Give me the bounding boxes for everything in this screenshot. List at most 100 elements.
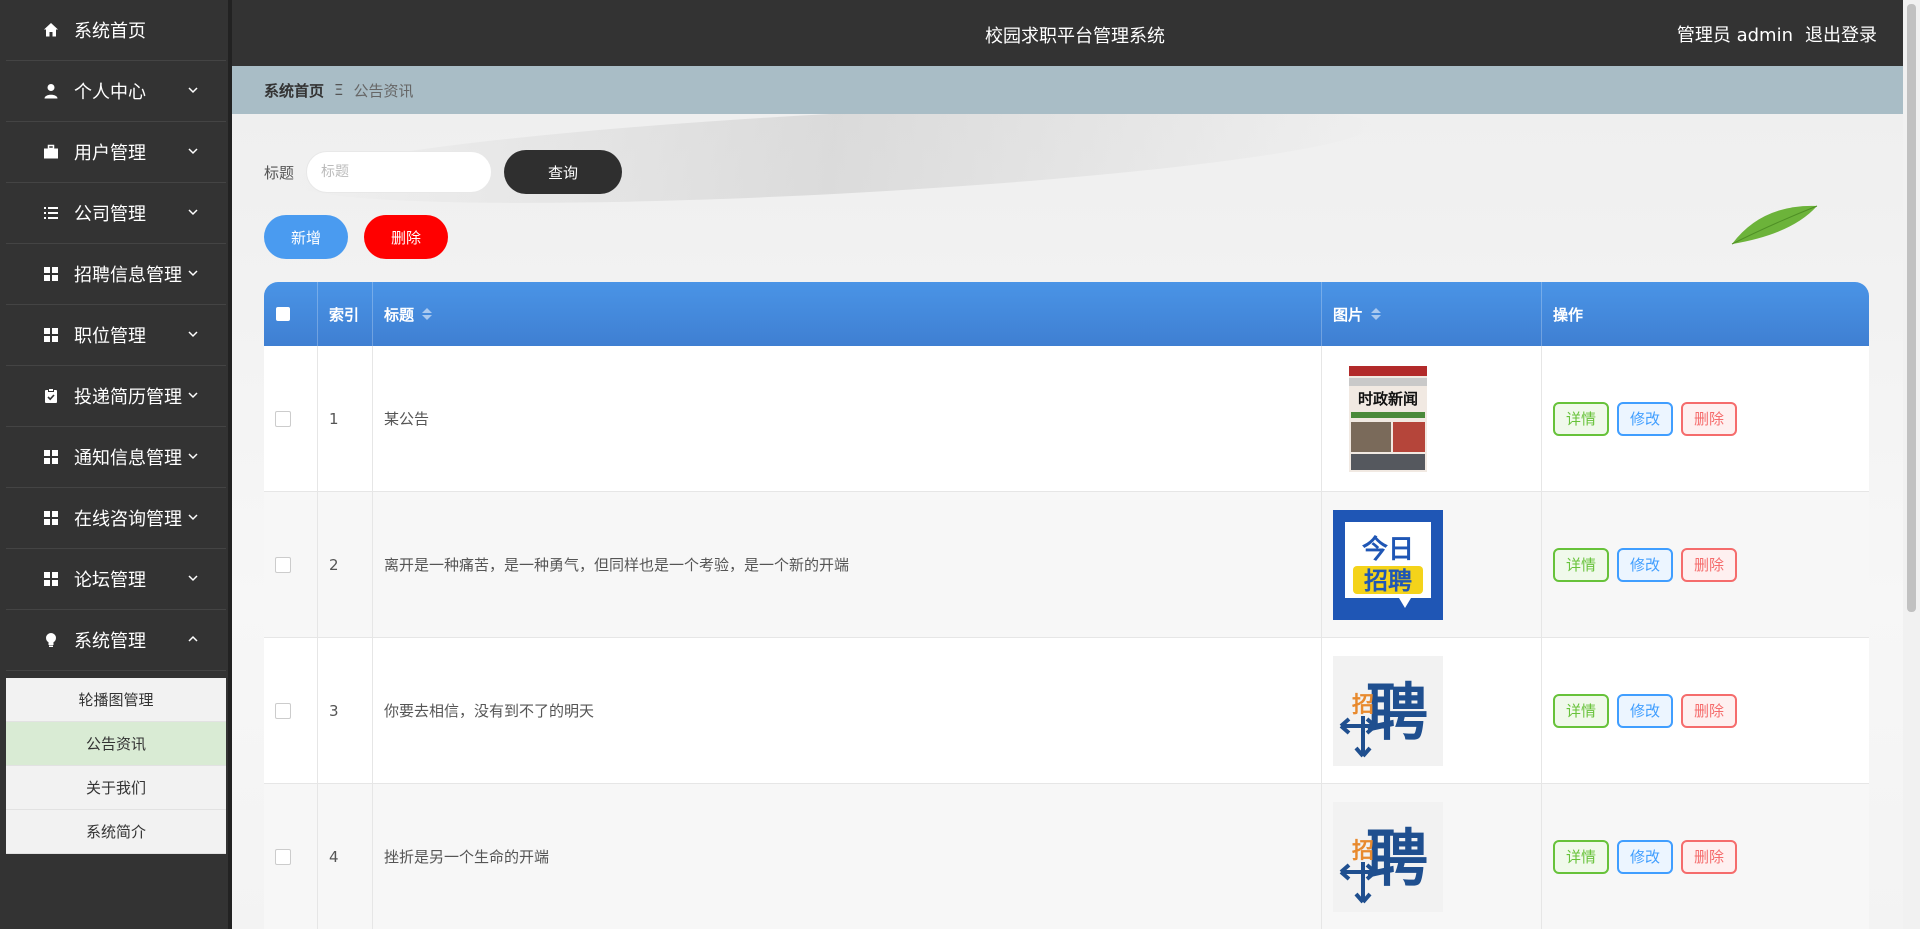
submenu-item-announcements[interactable]: 公告资讯 (6, 722, 226, 766)
row-checkbox[interactable] (275, 702, 291, 719)
row-title: 挫折是另一个生命的开端 (373, 784, 1322, 929)
row-image-cell: 时政新闻 (1322, 346, 1542, 491)
breadcrumb-home[interactable]: 系统首页 (264, 80, 324, 101)
sidebar-item-label: 职位管理 (74, 326, 146, 347)
sidebar-item-label: 个人中心 (74, 82, 146, 103)
current-user: 管理员 admin (1676, 25, 1793, 46)
row-checkbox[interactable] (275, 556, 291, 573)
submenu-item-about-us[interactable]: 关于我们 (6, 766, 226, 810)
chevron-down-icon (188, 209, 198, 216)
detail-button[interactable]: 详情 (1553, 401, 1609, 436)
row-image-cell: 聘 招 (1322, 638, 1542, 783)
sidebar-item-personal-center[interactable]: 个人中心 (6, 61, 226, 122)
header-index: 索引 (318, 282, 373, 346)
batch-delete-button[interactable]: 删除 (364, 215, 448, 259)
today-hiring-poster-image: 今日 招聘 (1333, 509, 1443, 620)
sidebar-item-label: 招聘信息管理 (74, 265, 182, 286)
grid-icon (42, 448, 60, 466)
grid-icon (42, 326, 60, 344)
table-row: 2 离开是一种痛苦，是一种勇气，但同样也是一个考验，是一个新的开端 今日 招聘 … (264, 492, 1869, 638)
detail-button[interactable]: 详情 (1553, 839, 1609, 874)
edit-button[interactable]: 修改 (1617, 839, 1673, 874)
row-select-cell (264, 492, 318, 637)
chevron-down-icon (188, 514, 198, 521)
row-index: 4 (318, 784, 373, 929)
grid-icon (42, 570, 60, 588)
sidebar-item-notification-management[interactable]: 通知信息管理 (6, 427, 226, 488)
lightbulb-icon (42, 631, 60, 649)
query-button[interactable]: 查询 (504, 150, 623, 194)
row-image-cell: 今日 招聘 (1322, 492, 1542, 637)
delete-button[interactable]: 删除 (1681, 839, 1737, 874)
submenu-item-carousel[interactable]: 轮播图管理 (6, 678, 226, 722)
logo-big-char: 聘 (1366, 676, 1428, 749)
sort-icon[interactable] (422, 308, 433, 320)
select-all-checkbox[interactable] (276, 307, 290, 321)
row-select-cell (264, 638, 318, 783)
row-title: 你要去相信，没有到不了的明天 (373, 638, 1322, 783)
chevron-down-icon (188, 453, 198, 460)
edit-button[interactable]: 修改 (1617, 693, 1673, 728)
cover-headline: 时政新闻 (1358, 390, 1418, 408)
row-ops: 详情 修改 删除 (1542, 346, 1869, 491)
row-checkbox[interactable] (275, 848, 291, 865)
sidebar-item-home[interactable]: 系统首页 (6, 0, 226, 61)
sidebar-item-forum-management[interactable]: 论坛管理 (6, 549, 226, 610)
briefcase-icon (42, 143, 60, 161)
user-icon (42, 82, 60, 100)
detail-button[interactable]: 详情 (1553, 547, 1609, 582)
delete-button[interactable]: 删除 (1681, 401, 1737, 436)
sidebar-item-label: 公司管理 (74, 204, 146, 225)
header-index-label: 索引 (329, 305, 360, 324)
chevron-down-icon (188, 270, 198, 277)
announcement-table: 索引 标题 图片 操作 1 某公告 时政新闻 详情 修改 删除 2 离开是一种痛… (264, 282, 1869, 929)
page-scrollbar[interactable] (1903, 0, 1920, 929)
edit-button[interactable]: 修改 (1617, 401, 1673, 436)
header-title[interactable]: 标题 (373, 282, 1322, 346)
header-ops: 操作 (1542, 282, 1869, 346)
row-select-cell (264, 784, 318, 929)
sidebar-item-resume-management[interactable]: 投递简历管理 (6, 366, 226, 427)
header-image[interactable]: 图片 (1322, 282, 1542, 346)
sidebar-item-recruitment-info-management[interactable]: 招聘信息管理 (6, 244, 226, 305)
delete-button[interactable]: 删除 (1681, 547, 1737, 582)
sidebar-item-company-management[interactable]: 公司管理 (6, 183, 226, 244)
edit-button[interactable]: 修改 (1617, 547, 1673, 582)
sidebar-item-online-consult-management[interactable]: 在线咨询管理 (6, 488, 226, 549)
header-ops-label: 操作 (1553, 305, 1584, 324)
sidebar-item-label: 在线咨询管理 (74, 509, 182, 530)
add-button[interactable]: 新增 (264, 215, 348, 259)
delete-button[interactable]: 删除 (1681, 693, 1737, 728)
sort-icon[interactable] (1371, 308, 1382, 320)
sidebar-item-user-management[interactable]: 用户管理 (6, 122, 226, 183)
sidebar-item-label: 论坛管理 (74, 570, 146, 591)
submenu-item-system-intro[interactable]: 系统简介 (6, 810, 226, 854)
table-header: 索引 标题 图片 操作 (264, 282, 1869, 346)
logout-link[interactable]: 退出登录 (1805, 21, 1877, 47)
detail-button[interactable]: 详情 (1553, 693, 1609, 728)
main-content: 标题 查询 新增 删除 索引 标题 图片 操作 1 某公告 时政新闻 (232, 114, 1903, 929)
title-search-input[interactable] (306, 151, 493, 193)
sidebar-item-system-management[interactable]: 系统管理 (6, 610, 226, 671)
row-title: 离开是一种痛苦，是一种勇气，但同样也是一个考验，是一个新的开端 (373, 492, 1322, 637)
scrollbar-thumb[interactable] (1907, 4, 1916, 612)
sidebar-item-label: 用户管理 (74, 143, 146, 164)
sidebar-item-position-management[interactable]: 职位管理 (6, 305, 226, 366)
row-checkbox[interactable] (275, 410, 291, 427)
chevron-down-icon (188, 575, 198, 582)
breadcrumb-separator-icon: Ξ (334, 81, 344, 99)
chevron-down-icon (188, 392, 198, 399)
grid-icon (42, 265, 60, 283)
row-select-cell (264, 346, 318, 491)
chevron-down-icon (188, 87, 198, 94)
top-header: 校园求职平台管理系统 管理员 admin 退出登录 (232, 0, 1903, 66)
grid-icon (42, 509, 60, 527)
poster-line1: 今日 (1362, 534, 1414, 565)
search-bar: 标题 查询 (264, 150, 623, 194)
breadcrumb-current: 公告资讯 (353, 81, 414, 100)
logo-small-char: 招 (1352, 839, 1374, 864)
news-magazine-cover-image: 时政新闻 (1333, 363, 1443, 474)
logo-big-char: 聘 (1366, 822, 1428, 895)
row-index: 1 (318, 346, 373, 491)
home-icon (42, 21, 60, 39)
